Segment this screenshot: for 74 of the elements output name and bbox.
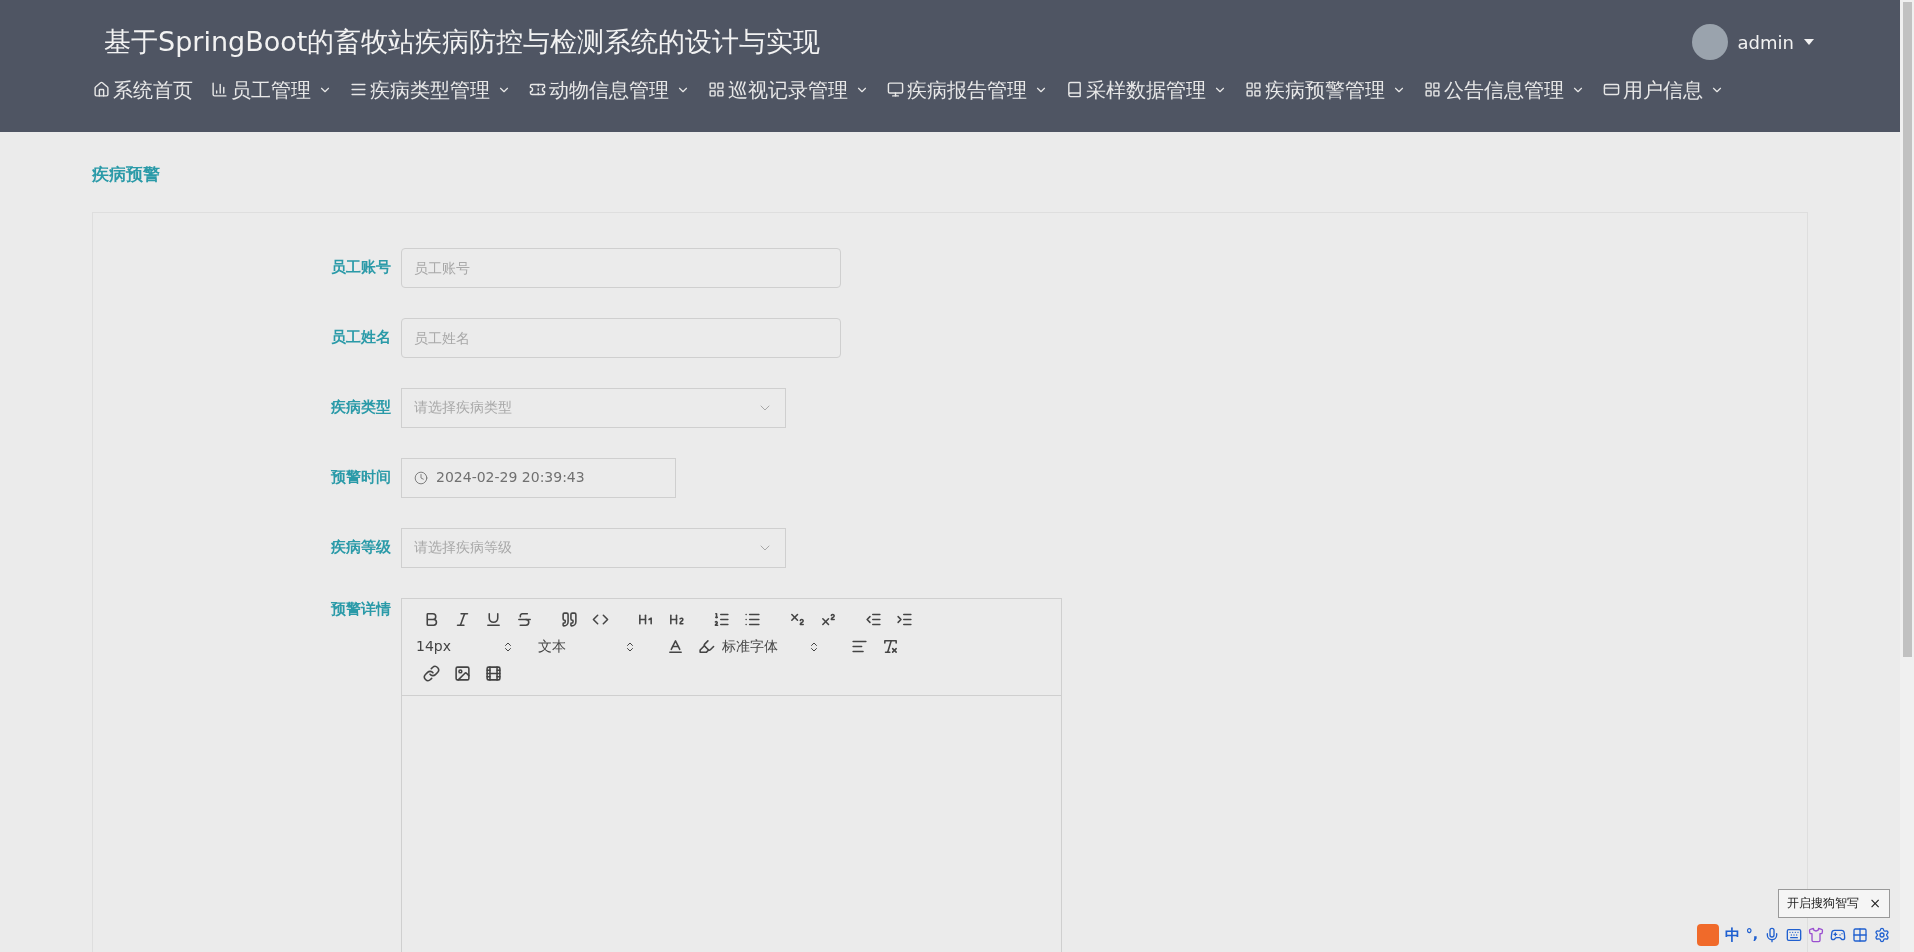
bullet-list-icon: [744, 611, 761, 628]
bar-chart-icon: [211, 81, 228, 98]
text-input[interactable]: 员工账号: [401, 247, 841, 288]
up-down-icon: [502, 640, 514, 653]
italic-icon: [454, 611, 471, 628]
keyboard-icon[interactable]: [1786, 926, 1802, 943]
field-label: 疾病类型: [330, 397, 391, 419]
text-color-icon: [667, 638, 684, 655]
punctuation-mode[interactable]: °,: [1745, 924, 1758, 946]
code-icon: [592, 611, 609, 628]
superscript-icon: [820, 611, 837, 628]
field-label: 员工姓名: [330, 327, 391, 349]
list-icon: [350, 81, 367, 98]
outdent-icon: [865, 611, 882, 628]
nav-item[interactable]: 疾病预警管理: [1245, 74, 1406, 105]
clock-icon: [414, 470, 428, 485]
image-icon: [454, 665, 471, 682]
field-label: 预警时间: [330, 467, 391, 489]
nav-item[interactable]: 用户信息: [1603, 74, 1724, 105]
strikethrough-icon: [516, 611, 533, 628]
link-icon: [423, 665, 440, 682]
up-down-icon: [624, 640, 636, 653]
nav-item[interactable]: 动物信息管理: [529, 74, 690, 105]
film-icon: [485, 665, 502, 682]
nav-item[interactable]: 采样数据管理: [1066, 74, 1227, 105]
avatar: [1691, 24, 1728, 61]
clear-format-icon: [882, 638, 899, 655]
heading-two-icon: [668, 611, 685, 628]
heading-one-icon: [637, 611, 654, 628]
user-menu[interactable]: admin: [1691, 24, 1814, 61]
grid-icon: [708, 81, 725, 98]
indent-icon: [896, 611, 913, 628]
field-label: 员工账号: [330, 257, 391, 279]
input-mode[interactable]: 中: [1724, 923, 1740, 946]
tooltip-text: 开启搜狗智写: [1787, 895, 1860, 912]
nav-item[interactable]: 员工管理: [211, 74, 332, 105]
grid-icon[interactable]: [1852, 926, 1868, 943]
monitor-icon: [887, 81, 904, 98]
underline-icon: [485, 611, 502, 628]
nav-item[interactable]: 疾病类型管理: [350, 74, 511, 105]
caret-icon: [1804, 39, 1814, 46]
highlight-icon: [698, 638, 715, 655]
ordered-list-icon: [713, 611, 730, 628]
field-label: 疾病等级: [330, 537, 391, 559]
field-label: 预警详情: [330, 598, 391, 620]
page-heading: 疾病预警: [92, 163, 161, 186]
bold-icon: [423, 611, 440, 628]
home-icon: [93, 81, 110, 98]
ime-logo-icon[interactable]: [1696, 923, 1719, 946]
settings-icon[interactable]: [1874, 926, 1890, 943]
date-value: 2024-02-29 20:39:43: [436, 468, 585, 487]
up-down-icon: [808, 640, 820, 653]
grid-icon: [1424, 81, 1441, 98]
site-title: 基于SpringBoot的畜牧站疾病防控与检测系统的设计与实现: [104, 25, 821, 59]
toolbar-select[interactable]: 标准字体: [722, 636, 820, 657]
ticket-icon: [529, 81, 546, 98]
book-icon: [1066, 81, 1083, 98]
subscript-icon: [789, 611, 806, 628]
close-button[interactable]: ×: [1869, 892, 1881, 914]
scrollbar[interactable]: [1900, 0, 1914, 952]
microphone-icon[interactable]: [1764, 926, 1780, 943]
nav-item[interactable]: 巡视记录管理: [708, 74, 869, 105]
text-input[interactable]: 员工姓名: [401, 317, 841, 358]
card-icon: [1603, 81, 1620, 98]
shirt-icon[interactable]: [1808, 926, 1824, 943]
grid-icon: [1245, 81, 1262, 98]
nav-item[interactable]: 系统首页: [93, 74, 193, 105]
toolbar-select[interactable]: 14px: [416, 636, 514, 657]
date-field[interactable]: 2024-02-29 20:39:43: [401, 457, 676, 498]
nav-item[interactable]: 公告信息管理: [1424, 74, 1585, 105]
quote-icon: [561, 611, 578, 628]
nav-item[interactable]: 疾病报告管理: [887, 74, 1048, 105]
toolbar-select[interactable]: 文本: [538, 636, 636, 657]
align-left-icon: [851, 638, 868, 655]
